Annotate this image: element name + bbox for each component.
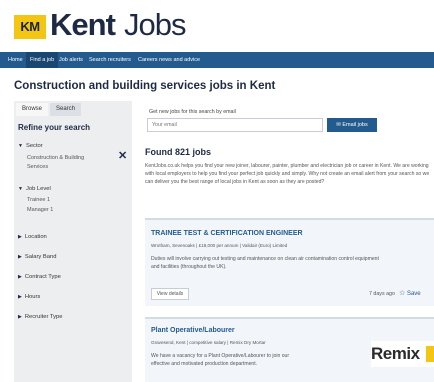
job-description: Duties will involve carrying out testing…: [151, 256, 379, 270]
tab-search[interactable]: Search: [50, 103, 82, 116]
remix-company-logo[interactable]: Remix: [371, 341, 434, 367]
filter-sector-label: Sector: [25, 143, 43, 149]
main-nav: Home Find a job Job alerts Search recrui…: [0, 52, 434, 68]
refine-title: Refine your search: [18, 123, 91, 132]
nav-find-a-job[interactable]: Find a job: [26, 52, 59, 68]
nav-job-alerts[interactable]: Job alerts: [55, 52, 87, 68]
remix-logo-text: Remix: [371, 344, 420, 363]
filter-contract-type-label: Contract Type: [24, 274, 61, 280]
job-card: TRAINEE TEST & CERTIFICATION ENGINEER Wr…: [145, 218, 434, 306]
email-jobs-button[interactable]: ✉ Email jobs: [327, 118, 377, 132]
filter-sector[interactable]: ▼ Sector: [18, 143, 43, 149]
collapsed-arrow-icon: ▶: [18, 294, 22, 300]
job-card: Plant Operative/Labourer Gravesend, Kent…: [145, 317, 434, 382]
collapsed-arrow-icon: ▶: [18, 274, 22, 280]
email-input[interactable]: [147, 118, 323, 132]
expanded-arrow-icon: ▼: [18, 186, 23, 192]
results-intro: KentJobs.co.uk helps you find your new j…: [145, 163, 430, 185]
nav-home[interactable]: Home: [4, 52, 27, 68]
filter-recruiter-type-label: Recruiter Type: [24, 314, 63, 320]
sidebar: Browse Search Refine your search ▼ Sector…: [14, 101, 132, 382]
filter-recruiter-type[interactable]: ▶ Recruiter Type: [18, 314, 62, 320]
filter-job-level-label: Job Level: [25, 186, 51, 192]
posted-date: 7 days ago: [369, 291, 395, 297]
tab-browse[interactable]: Browse: [16, 103, 49, 116]
save-job-button[interactable]: ☆ Save: [399, 289, 421, 297]
filter-salary-band-label: Salary Band: [24, 254, 57, 260]
filter-hours[interactable]: ▶ Hours: [18, 294, 40, 300]
expanded-arrow-icon: ▼: [18, 143, 23, 149]
filter-job-level[interactable]: ▼ Job Level: [18, 186, 51, 192]
job-title-link[interactable]: Plant Operative/Labourer: [151, 327, 235, 334]
collapsed-arrow-icon: ▶: [18, 314, 22, 320]
star-icon: ☆: [399, 290, 406, 297]
km-logo-badge[interactable]: KM: [14, 15, 46, 39]
job-title-link[interactable]: TRAINEE TEST & CERTIFICATION ENGINEER: [151, 230, 303, 237]
logo-jobs-text[interactable]: Jobs: [124, 6, 186, 44]
results-main: Get new jobs for this search by email ✉ …: [143, 101, 434, 382]
remove-filter-icon[interactable]: ✕: [118, 151, 127, 162]
filter-salary-band[interactable]: ▶ Salary Band: [18, 254, 56, 260]
nav-careers-news[interactable]: Careers news and advice: [134, 52, 204, 68]
sector-selected-line1: Construction & Building: [27, 155, 85, 161]
save-label: Save: [406, 291, 421, 297]
job-level-option-trainee[interactable]: Trainee 1: [27, 197, 50, 203]
logo-kent-text[interactable]: Kent: [50, 6, 116, 44]
filter-location[interactable]: ▶ Location: [18, 234, 47, 240]
remix-logo-mark-icon: [426, 346, 434, 362]
job-level-option-manager[interactable]: Manager 1: [27, 207, 53, 213]
job-meta: Wrotham, Sevenoaks | £18,000 per annum |…: [151, 243, 288, 248]
job-meta: Gravesend, Kent | competitive salary | R…: [151, 340, 266, 345]
email-alert-label: Get new jobs for this search by email: [149, 109, 236, 115]
collapsed-arrow-icon: ▶: [18, 234, 22, 240]
view-details-button[interactable]: View details: [151, 288, 189, 300]
header-logo-bar: KM Kent Jobs: [0, 0, 434, 50]
filter-location-label: Location: [24, 234, 47, 240]
page-title: Construction and building services jobs …: [14, 80, 276, 92]
sector-selected-line2: Services: [27, 164, 49, 170]
job-description: We have a vacancy for a Plant Operative/…: [151, 353, 290, 367]
nav-search-recruiters[interactable]: Search recruiters: [85, 52, 135, 68]
sidebar-tabs: Browse Search: [14, 101, 132, 116]
collapsed-arrow-icon: ▶: [18, 254, 22, 260]
filter-contract-type[interactable]: ▶ Contract Type: [18, 274, 61, 280]
filter-hours-label: Hours: [24, 294, 41, 300]
results-count: Found 821 jobs: [145, 147, 212, 157]
